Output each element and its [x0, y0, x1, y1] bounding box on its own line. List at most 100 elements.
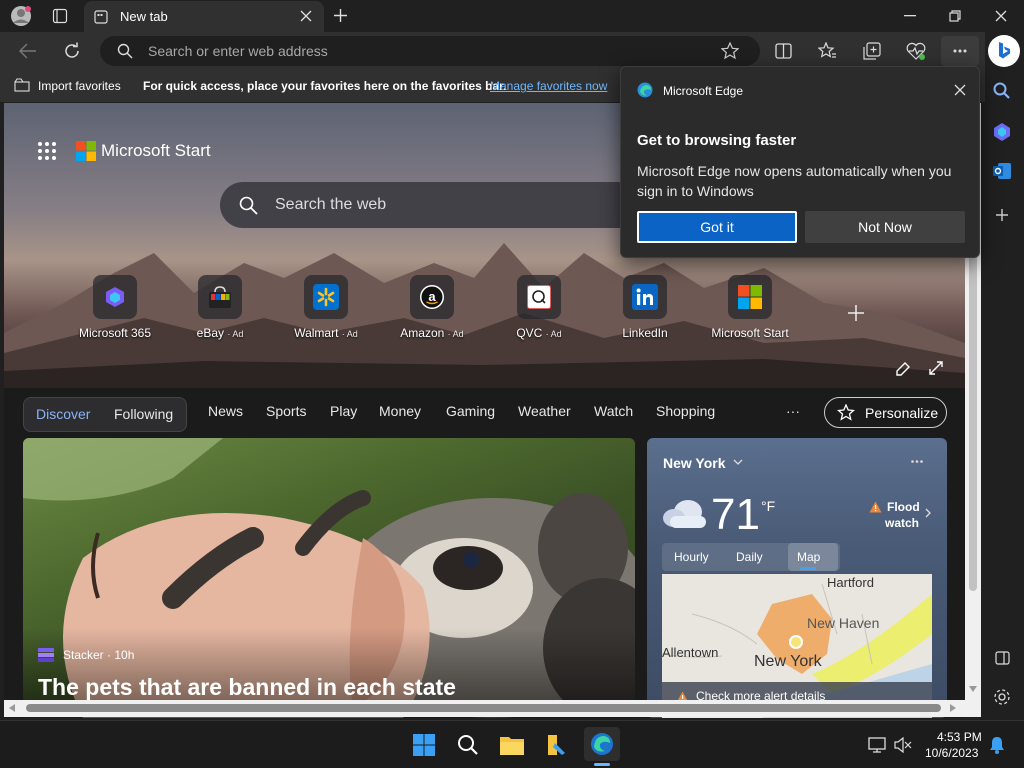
edge-startup-popup: Microsoft Edge Get to browsing faster Mi…: [620, 66, 980, 258]
clock-date[interactable]: 10/6/2023: [925, 746, 978, 760]
notepad-icon[interactable]: [540, 729, 572, 761]
quick-link-microsoft-start[interactable]: Microsoft Start: [702, 275, 798, 340]
minimize-icon[interactable]: [904, 15, 916, 17]
outlook-icon[interactable]: [992, 162, 1012, 180]
nav-shopping[interactable]: Shopping: [656, 403, 715, 419]
personalize-button[interactable]: Personalize: [824, 397, 947, 428]
weather-map[interactable]: Hartford New Haven Allentown New York Ch…: [662, 574, 932, 718]
weather-location[interactable]: New York: [663, 455, 726, 471]
display-icon[interactable]: [868, 737, 886, 753]
settings-menu-button[interactable]: [941, 36, 979, 66]
close-window-icon[interactable]: [995, 10, 1007, 22]
sidebar-copilot-icon[interactable]: [992, 122, 1012, 142]
favorites-bar-message: For quick access, place your favorites h…: [143, 79, 507, 93]
nav-play[interactable]: Play: [330, 403, 357, 419]
notification-bell-icon[interactable]: [989, 736, 1005, 754]
horizontal-scroll-thumb[interactable]: [26, 704, 941, 712]
restore-icon[interactable]: [949, 10, 961, 22]
mute-icon[interactable]: [894, 737, 912, 753]
sidebar-search-icon[interactable]: [993, 82, 1011, 100]
nav-more-button[interactable]: ···: [786, 403, 800, 419]
split-screen-icon[interactable]: [775, 43, 792, 59]
edge-taskbar-icon[interactable]: [584, 727, 620, 761]
tab-actions-icon[interactable]: [52, 8, 68, 24]
nav-news[interactable]: News: [208, 403, 243, 419]
scroll-down-arrow-icon[interactable]: [969, 686, 977, 692]
weather-more-icon[interactable]: [911, 460, 923, 463]
new-tab-plus-icon[interactable]: [333, 8, 348, 23]
clock-time[interactable]: 4:53 PM: [937, 730, 982, 744]
alert-line-1[interactable]: Flood: [887, 500, 920, 514]
tab-title: New tab: [120, 9, 168, 24]
weather-card: New York 71 °F Flood watch Hourly Daily …: [647, 438, 947, 718]
tab-discover[interactable]: Discover: [36, 406, 90, 422]
collections-icon[interactable]: [863, 42, 881, 60]
back-icon[interactable]: [19, 43, 37, 59]
address-bar[interactable]: Search or enter web address: [100, 36, 760, 66]
linkedin-icon: [623, 275, 667, 319]
hide-sidebar-icon[interactable]: [995, 651, 1010, 665]
favorites-icon[interactable]: [818, 42, 837, 60]
quick-link-ebay[interactable]: eBay · Ad: [172, 275, 268, 340]
personalize-label: Personalize: [865, 404, 939, 421]
bing-copilot-icon[interactable]: [988, 35, 1020, 67]
map-label-allentown: Allentown: [662, 645, 719, 660]
file-explorer-icon[interactable]: [496, 729, 528, 761]
nav-sports[interactable]: Sports: [266, 403, 306, 419]
alert-line-2[interactable]: watch: [885, 516, 919, 530]
quick-link-qvc[interactable]: QVC · Ad: [491, 275, 587, 340]
tab-daily[interactable]: Daily: [736, 550, 763, 564]
tab-hourly[interactable]: Hourly: [674, 550, 709, 564]
expand-icon[interactable]: [929, 361, 943, 375]
tab-map[interactable]: Map: [797, 550, 820, 564]
scroll-right-arrow-icon[interactable]: [950, 704, 956, 712]
add-shortcut-icon[interactable]: [847, 304, 865, 322]
quick-link-amazon[interactable]: a Amazon · Ad: [384, 275, 480, 340]
web-search-icon: [239, 196, 258, 215]
browser-essentials-icon[interactable]: [906, 42, 926, 60]
nav-money[interactable]: Money: [379, 403, 421, 419]
horizontal-scrollbar[interactable]: [4, 700, 981, 717]
favorite-star-icon[interactable]: [721, 42, 739, 60]
tab-new-tab[interactable]: New tab: [84, 1, 324, 32]
nav-gaming[interactable]: Gaming: [446, 403, 495, 419]
sidebar-add-icon[interactable]: [995, 208, 1009, 222]
new-tab-icon: [94, 10, 108, 24]
not-now-button[interactable]: Not Now: [805, 211, 965, 243]
web-search-box[interactable]: Search the web: [220, 182, 640, 228]
chevron-down-icon[interactable]: [733, 459, 743, 465]
chevron-right-icon[interactable]: [925, 508, 931, 518]
walmart-icon: [304, 275, 348, 319]
edit-background-icon[interactable]: [895, 361, 911, 377]
nav-weather[interactable]: Weather: [518, 403, 571, 419]
tab-following[interactable]: Following: [114, 406, 173, 422]
popup-app-name: Microsoft Edge: [663, 84, 744, 98]
microsoft-start-icon: [728, 275, 772, 319]
ebay-icon: [198, 275, 242, 319]
temperature: 71: [711, 490, 760, 539]
close-tab-icon[interactable]: [300, 10, 312, 22]
feature-card[interactable]: Stacker · 10h The pets that are banned i…: [23, 438, 635, 718]
microsoft-logo-icon: [76, 141, 96, 161]
got-it-label: Got it: [700, 219, 734, 235]
nav-watch[interactable]: Watch: [594, 403, 633, 419]
article-headline[interactable]: The pets that are banned in each state: [38, 674, 456, 701]
profile-avatar[interactable]: [9, 5, 33, 27]
quick-link-walmart[interactable]: Walmart · Ad: [278, 275, 374, 340]
temperature-unit: °F: [761, 498, 776, 514]
popup-close-icon[interactable]: [954, 84, 966, 96]
popup-heading: Get to browsing faster: [637, 132, 797, 149]
refresh-icon[interactable]: [63, 42, 81, 60]
quick-link-label: Walmart: [294, 326, 339, 340]
scroll-left-arrow-icon[interactable]: [9, 704, 15, 712]
taskbar-search-icon[interactable]: [452, 729, 484, 761]
sidebar-settings-icon[interactable]: [993, 688, 1011, 706]
quick-link-microsoft-365[interactable]: Microsoft 365: [67, 275, 163, 340]
apps-launcher-icon[interactable]: [38, 142, 56, 160]
windows-start-icon[interactable]: [408, 729, 440, 761]
quick-link-linkedin[interactable]: LinkedIn: [597, 275, 693, 340]
got-it-button[interactable]: Got it: [637, 211, 797, 243]
ad-label: · Ad: [447, 329, 464, 339]
import-favorites-link[interactable]: Import favorites: [38, 79, 121, 93]
manage-favorites-link[interactable]: Manage favorites now: [490, 79, 607, 93]
